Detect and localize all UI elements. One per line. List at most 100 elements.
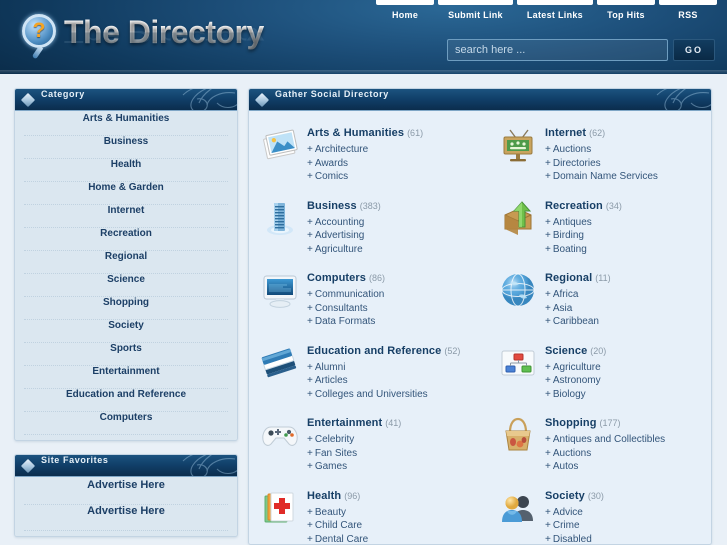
favorite-item-advertise-1[interactable]: Advertise Here xyxy=(24,479,228,505)
directory-entry-education-reference: Education and Reference (52) + Alumni + Art… xyxy=(259,340,474,402)
nav-item-submit-link[interactable]: Submit Link xyxy=(436,0,515,30)
office-building-icon xyxy=(259,197,301,239)
subcategory-item[interactable]: + Architecture xyxy=(307,143,474,157)
people-icon xyxy=(497,487,539,529)
sidebar-item-home-garden[interactable]: Home & Garden xyxy=(24,182,228,205)
subcategory-list: + Africa + Asia + Caribbean xyxy=(545,288,697,329)
sidebar-item-regional[interactable]: Regional xyxy=(24,251,228,274)
directory-entry-title[interactable]: Shopping xyxy=(545,417,597,429)
sidebar-item-sports[interactable]: Sports xyxy=(24,343,228,366)
subcategory-item[interactable]: + Celebrity xyxy=(307,433,474,447)
subcategory-item[interactable]: + Agriculture xyxy=(545,361,697,375)
subcategory-list: + Agriculture + Astronomy + Biology xyxy=(545,361,697,402)
site-favorites-list: Advertise Here Advertise Here xyxy=(15,477,237,536)
sidebar-item-health[interactable]: Health xyxy=(24,159,228,182)
tv-network-icon xyxy=(497,124,539,166)
subcategory-item[interactable]: + Auctions xyxy=(545,447,697,461)
sidebar-item-computers[interactable]: Computers xyxy=(24,412,228,435)
subcategory-item[interactable]: + Consultants xyxy=(307,302,474,316)
directory-entry-title[interactable]: Regional xyxy=(545,272,592,284)
subcategory-item[interactable]: + Asia xyxy=(545,302,697,316)
directory-entry-count: (30) xyxy=(587,490,604,501)
directory-entry-count: (61) xyxy=(407,128,424,138)
subcategory-item[interactable]: + Agriculture xyxy=(307,243,474,257)
sidebar-item-internet[interactable]: Internet xyxy=(24,205,228,228)
subcategory-item[interactable]: + Awards xyxy=(307,157,474,171)
sidebar-item-shopping[interactable]: Shopping xyxy=(24,297,228,320)
sidebar-item-education-reference[interactable]: Education and Reference xyxy=(24,389,228,412)
ornament-swirl-icon xyxy=(182,455,237,476)
sidebar-item-society[interactable]: Society xyxy=(24,320,228,343)
directory-entry-title[interactable]: Science xyxy=(545,345,587,357)
directory-entry-title[interactable]: Society xyxy=(545,490,585,502)
subcategory-item[interactable]: + Games xyxy=(307,460,474,474)
subcategory-list: + Beauty + Child Care + Dental Care xyxy=(307,506,474,545)
subcategory-item[interactable]: + Comics xyxy=(307,170,474,184)
subcategory-item[interactable]: + Autos xyxy=(545,460,697,474)
subcategory-item[interactable]: + Auctions xyxy=(545,143,697,157)
directory-entry-count: (11) xyxy=(595,273,611,283)
subcategory-item[interactable]: + Boating xyxy=(545,243,697,257)
nav-item-rss[interactable]: RSS xyxy=(657,0,719,30)
subcategory-item[interactable]: + Alumni xyxy=(307,361,474,375)
directory-entry-title[interactable]: Computers xyxy=(307,272,366,284)
sidebar-item-business[interactable]: Business xyxy=(24,136,228,159)
subcategory-item[interactable]: + Africa xyxy=(545,288,697,302)
subcategory-item[interactable]: + Crime xyxy=(545,519,697,533)
search-input[interactable] xyxy=(447,39,668,61)
subcategory-item[interactable]: + Dental Care xyxy=(307,533,474,545)
game-controller-icon xyxy=(259,414,301,456)
nav-item-top-hits[interactable]: Top Hits xyxy=(595,0,657,30)
directory-panel-header: Gather Social Directory xyxy=(249,89,711,111)
directory-entry-count: (34) xyxy=(605,200,622,211)
subcategory-item[interactable]: + Accounting xyxy=(307,216,474,230)
directory-entry-title[interactable]: Arts & Humanities xyxy=(307,127,404,139)
subcategory-item[interactable]: + Biology xyxy=(545,388,697,402)
directory-entry-title[interactable]: Entertainment xyxy=(307,417,382,429)
subcategory-item[interactable]: + Disabled xyxy=(545,533,697,545)
directory-entry-title[interactable]: Health xyxy=(307,490,341,502)
subcategory-item[interactable]: + Child Care xyxy=(307,519,474,533)
sidebar-item-entertainment[interactable]: Entertainment xyxy=(24,366,228,389)
sidebar-item-science[interactable]: Science xyxy=(24,274,228,297)
pictures-icon xyxy=(259,124,301,166)
directory-column-left: Arts & Humanities (61) + Architecture + Awa… xyxy=(259,122,482,544)
subcategory-item[interactable]: + Communication xyxy=(307,288,474,302)
directory-entry-count: (96) xyxy=(344,490,361,501)
subcategory-item[interactable]: + Antiques and Collectibles xyxy=(545,433,697,447)
subcategory-item[interactable]: + Caribbean xyxy=(545,315,697,329)
subcategory-item[interactable]: + Colleges and Universities xyxy=(307,388,474,402)
subcategory-item[interactable]: + Advertising xyxy=(307,229,474,243)
directory-entry-count: (177) xyxy=(599,418,621,428)
subcategory-list: + Auctions + Directories + Domain Name Serv… xyxy=(545,143,697,184)
subcategory-item[interactable]: + Beauty xyxy=(307,506,474,520)
favorite-item-advertise-2[interactable]: Advertise Here xyxy=(24,505,228,531)
subcategory-item[interactable]: + Astronomy xyxy=(545,374,697,388)
subcategory-item[interactable]: + Domain Name Services xyxy=(545,170,697,184)
subcategory-item[interactable]: + Birding xyxy=(545,229,697,243)
directory-entry-shopping: Shopping (177) + Antiques and Collectibles… xyxy=(497,412,697,474)
directory-entry-title[interactable]: Internet xyxy=(545,127,586,139)
subcategory-item[interactable]: + Fan Sites xyxy=(307,447,474,461)
directory-entry-title[interactable]: Business xyxy=(307,200,357,212)
network-diagram-icon xyxy=(497,342,539,384)
subcategory-item[interactable]: + Advice xyxy=(545,506,697,520)
directory-entry-title[interactable]: Recreation xyxy=(545,200,603,212)
sidebar-item-arts-humanities[interactable]: Arts & Humanities xyxy=(24,113,228,136)
ornament-swirl-icon xyxy=(656,89,711,110)
search-go-button[interactable]: GO xyxy=(673,39,715,61)
directory-entry-regional: Regional (11) + Africa + Asia + Caribbean xyxy=(497,267,697,329)
subcategory-item[interactable]: + Antiques xyxy=(545,216,697,230)
directory-entry-count: (383) xyxy=(359,200,381,211)
subcategory-item[interactable]: + Data Formats xyxy=(307,315,474,329)
nav-item-home[interactable]: Home xyxy=(374,0,436,30)
subcategory-item[interactable]: + Directories xyxy=(545,157,697,171)
subcategory-list: + Accounting + Advertising + Agriculture xyxy=(307,216,474,257)
subcategory-item[interactable]: + Articles xyxy=(307,374,474,388)
site-logo[interactable]: The Directory The Directory xyxy=(16,6,276,68)
sidebar-item-recreation[interactable]: Recreation xyxy=(24,228,228,251)
directory-entry-title[interactable]: Education and Reference xyxy=(307,345,441,357)
directory-column-right: Internet (62) + Auctions + Directories + Dom… xyxy=(482,122,705,544)
subcategory-list: + Alumni + Articles + Colleges and Universi… xyxy=(307,361,474,402)
nav-item-latest-links[interactable]: Latest Links xyxy=(515,0,595,30)
